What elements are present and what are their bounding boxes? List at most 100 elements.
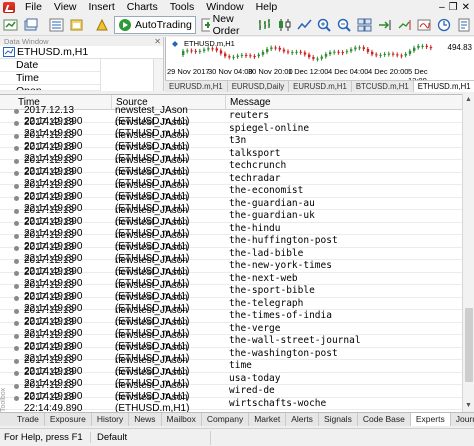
- minimize-icon[interactable]: –: [439, 2, 445, 13]
- data-window-row-open: Open: [0, 85, 100, 91]
- data-window-close-icon[interactable]: ✕: [154, 37, 161, 46]
- market-watch-button[interactable]: [48, 16, 66, 34]
- candle-body: [341, 52, 344, 54]
- candle-body: [324, 54, 328, 57]
- tile-windows-button[interactable]: [356, 16, 374, 34]
- log-message: the-new-york-times: [229, 260, 332, 272]
- candle-body: [303, 52, 307, 55]
- chart-tab-eurusd-m-h1-2[interactable]: EURUSD.m,H1: [289, 81, 352, 92]
- tab-alerts[interactable]: Alerts: [286, 413, 319, 426]
- column-header-message[interactable]: Message: [226, 95, 462, 109]
- chart-tab-eurusd-m-h1[interactable]: EURUSD.m,H1: [165, 81, 228, 92]
- strategy-tester-button[interactable]: [94, 16, 112, 34]
- profiles-button[interactable]: [22, 16, 40, 34]
- periods-button[interactable]: [436, 16, 454, 34]
- navigator-button[interactable]: [68, 16, 86, 34]
- tab-mailbox[interactable]: Mailbox: [162, 413, 202, 426]
- tab-history[interactable]: History: [92, 413, 130, 426]
- toolbox-tabs: Trade Exposure History News Mailbox Comp…: [0, 412, 474, 426]
- navigator-icon: [70, 19, 83, 30]
- chart-tab-ethusd-m-h1[interactable]: ETHUSD.m,H1: [413, 81, 474, 92]
- menu-help[interactable]: Help: [250, 0, 284, 14]
- data-window-scrollbar[interactable]: [153, 59, 163, 91]
- log-message: the-lad-bible: [229, 247, 304, 259]
- candle-body: [366, 49, 370, 52]
- log-time-text: 2017.12.13 22:14:49.890: [24, 392, 83, 415]
- toolbox-side-label: Toolbox: [0, 387, 7, 412]
- data-window-row-date: Date: [0, 59, 100, 72]
- candle-body: [408, 50, 412, 54]
- candle-body: [261, 51, 265, 55]
- log-message: talksport: [229, 147, 281, 159]
- candle-body: [421, 45, 424, 47]
- log-level-icon: [14, 221, 19, 227]
- chart-tab-eurusd-daily[interactable]: EURUSD,Daily: [228, 81, 290, 92]
- data-window-panel: Data Window ✕ ETHUSD.m,H1 Date Time Open: [0, 37, 164, 91]
- menu-charts[interactable]: Charts: [121, 0, 164, 14]
- log-vertical-scrollbar[interactable]: ▲ ▼: [462, 94, 474, 412]
- new-order-label: New Order: [212, 12, 240, 37]
- candlestick-chart-button[interactable]: [276, 16, 294, 34]
- menu-insert[interactable]: Insert: [83, 0, 121, 14]
- zoom-out-icon: [337, 18, 351, 32]
- candle-body: [333, 51, 336, 53]
- window-controls: – ❐ ✕: [439, 2, 474, 13]
- menu-tools[interactable]: Tools: [164, 0, 201, 14]
- tab-company[interactable]: Company: [202, 413, 250, 426]
- bar-chart-button[interactable]: [256, 16, 274, 34]
- scroll-up-icon[interactable]: ▲: [463, 94, 474, 106]
- chart-shift-button[interactable]: [396, 16, 414, 34]
- tab-market[interactable]: Market: [249, 413, 287, 426]
- scroll-down-icon[interactable]: ▼: [463, 400, 474, 412]
- log-level-icon: [14, 383, 19, 389]
- close-icon[interactable]: ✕: [462, 2, 470, 13]
- candle-body: [375, 54, 378, 56]
- candle-body: [224, 53, 227, 57]
- tab-news[interactable]: News: [129, 413, 162, 426]
- candle-body: [194, 50, 197, 52]
- log-message: techradar: [229, 172, 281, 184]
- tab-signals[interactable]: Signals: [319, 413, 358, 426]
- log-level-icon: [14, 346, 19, 352]
- tab-journal[interactable]: Journal: [451, 413, 474, 426]
- zoom-out-button[interactable]: [336, 16, 354, 34]
- metatrader-app-icon[interactable]: [3, 1, 15, 13]
- menu-file[interactable]: File: [19, 0, 48, 14]
- data-window-symbol: ETHUSD.m,H1: [0, 46, 163, 59]
- restore-icon[interactable]: ❐: [449, 2, 458, 13]
- tab-trade[interactable]: Trade: [12, 413, 45, 426]
- autotrading-button[interactable]: AutoTrading: [114, 15, 196, 34]
- log-level-icon: [14, 158, 19, 164]
- candle-body: [350, 49, 353, 52]
- new-chart-button[interactable]: [2, 16, 20, 34]
- menu-view[interactable]: View: [48, 0, 83, 14]
- zoom-in-button[interactable]: [316, 16, 334, 34]
- chart-time-axis: 29 Nov 2017 30 Nov 04:00 30 Nov 20:00 1 …: [165, 67, 441, 85]
- tab-code-base[interactable]: Code Base: [358, 413, 411, 426]
- new-order-button[interactable]: New Order: [198, 12, 248, 37]
- log-message: the-hindu: [229, 222, 281, 234]
- candle-body: [190, 50, 193, 52]
- scroll-thumb[interactable]: [465, 308, 473, 382]
- candle-body: [240, 54, 244, 56]
- chart-tab-btcusd-m-h1[interactable]: BTCUSD.m,H1: [352, 81, 414, 92]
- tab-experts[interactable]: Experts: [410, 413, 451, 426]
- log-row[interactable]: 2017.12.13 22:14:49.890 newstest_JAson (E…: [0, 392, 462, 414]
- candle-body: [274, 47, 277, 49]
- candle-body: [308, 54, 311, 58]
- tab-exposure[interactable]: Exposure: [45, 413, 92, 426]
- candle-body: [287, 51, 290, 53]
- candle-body: [291, 52, 294, 54]
- chart-tabs: EURUSD.m,H1 EURUSD,Daily EURUSD.m,H1 BTC…: [165, 80, 474, 92]
- candle-body: [387, 53, 391, 55]
- templates-button[interactable]: [456, 16, 474, 34]
- log-level-icon: [14, 208, 19, 214]
- tile-windows-icon: [357, 18, 372, 31]
- line-chart-button[interactable]: [296, 16, 314, 34]
- log-message: the-sport-bible: [229, 285, 315, 297]
- candle-body: [182, 51, 185, 55]
- candle-body: [207, 48, 210, 50]
- auto-scroll-button[interactable]: [376, 16, 394, 34]
- indicators-button[interactable]: [416, 16, 434, 34]
- candle-body: [203, 49, 206, 51]
